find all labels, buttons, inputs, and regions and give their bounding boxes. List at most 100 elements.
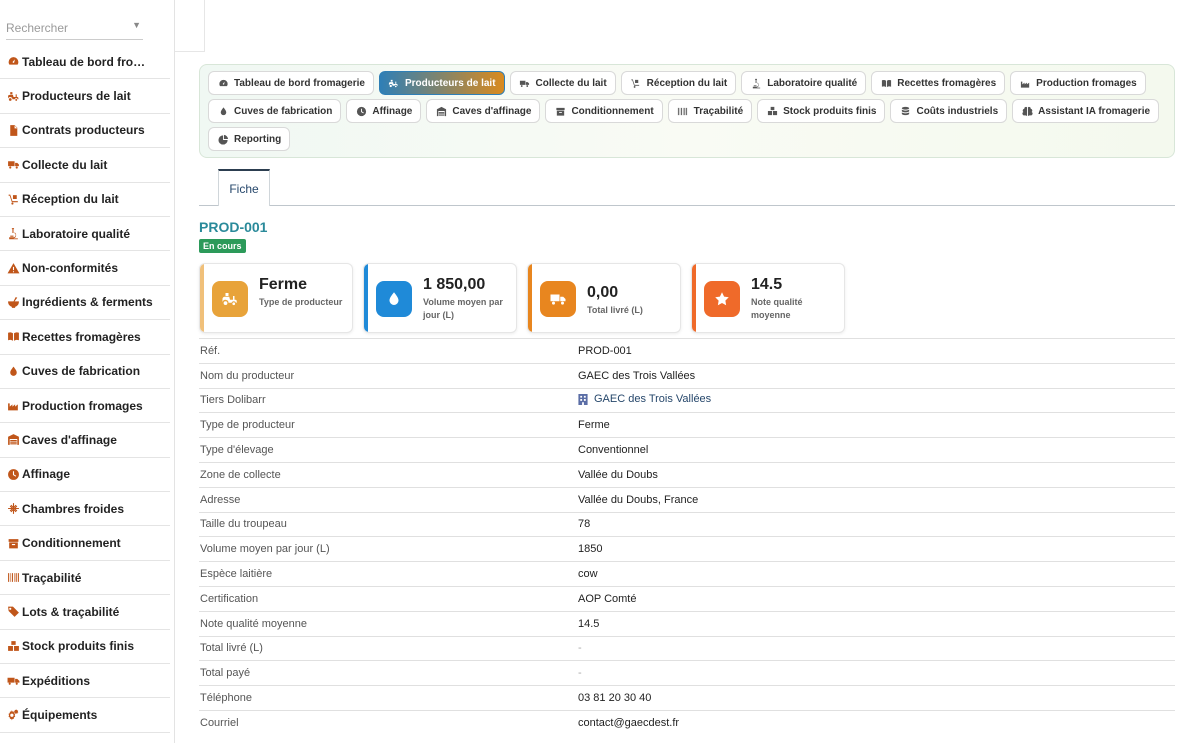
microscope-icon [750, 77, 762, 89]
field-label: Total livré (L) [199, 635, 578, 661]
tiers-link-text[interactable]: GAEC des Trois Vallées [594, 393, 711, 405]
status-badge: En cours [199, 239, 246, 253]
nav-pill-label: Affinage [372, 105, 413, 117]
nav-pill[interactable]: Assistant IA fromagerie [1012, 99, 1160, 123]
sidebar-item[interactable]: Conditionnement [0, 526, 170, 561]
search-input[interactable] [6, 18, 124, 38]
table-row: Courriel contact@gaecdest.fr [199, 709, 1175, 736]
tiers-link[interactable]: GAEC des Trois Vallées [578, 393, 711, 405]
tab-fiche[interactable]: Fiche [218, 169, 270, 206]
nav-pill[interactable]: Reporting [208, 127, 291, 151]
card-value: 14.5 [751, 276, 783, 293]
sidebar-item[interactable]: Ingrédients & ferments [0, 286, 170, 321]
sidebar-item-label: Stock produits finis [22, 639, 135, 654]
sidebar-item[interactable]: Tableau de bord fro… [0, 45, 170, 80]
field-value: 03 81 20 30 40 [578, 685, 1175, 711]
sidebar-item-label: Contrats producteurs [22, 123, 145, 138]
card-value: 0,00 [587, 284, 619, 301]
nav-pill[interactable]: Recettes fromagères [871, 71, 1006, 95]
sidebar-item-label: Tableau de bord fro… [22, 54, 146, 69]
sidebar-item-label: Réception du lait [22, 192, 119, 207]
nav-pill[interactable]: Production fromages [1010, 71, 1146, 95]
nav-pill[interactable]: Laboratoire qualité [741, 71, 867, 95]
nav-pill[interactable]: Collecte du lait [509, 71, 616, 95]
nav-pill-label: Tableau de bord fromagerie [234, 77, 365, 89]
sidebar-item-label: Équipements [22, 708, 98, 723]
field-label: Nom du producteur [199, 362, 578, 389]
clock-icon [6, 467, 20, 481]
sidebar-item[interactable]: Recettes fromagères [0, 320, 170, 355]
nav-pill[interactable]: Cuves de fabrication [208, 99, 342, 123]
sidebar-item[interactable]: Producteurs de lait [0, 79, 170, 114]
card-value: 1 850,00 [423, 276, 486, 293]
search-box[interactable]: ▼ [6, 18, 143, 40]
field-label: Tiers Dolibarr [199, 387, 578, 413]
nav-pill[interactable]: Caves d'affinage [426, 99, 541, 123]
sidebar-item-label: Collecte du lait [22, 157, 108, 172]
table-row: Taille du troupeau 78 [199, 511, 1175, 537]
sidebar-item[interactable]: Lots & traçabilité [0, 595, 170, 630]
book-icon [880, 77, 892, 89]
card-label: Volume moyen par jour (L) [423, 297, 503, 320]
sidebar-item[interactable]: Contrats producteurs [0, 114, 170, 149]
sidebar-item[interactable]: Réception du lait [0, 183, 170, 217]
sidebar-item[interactable]: Équipements [0, 698, 170, 733]
field-label: Courriel [199, 709, 578, 736]
field-value: 78 [578, 511, 1175, 537]
boxes-icon [6, 639, 20, 653]
sidebar-item[interactable]: Collecte du lait [0, 148, 170, 183]
nav-pill[interactable]: Stock produits finis [757, 99, 886, 123]
field-label: Téléphone [199, 685, 578, 711]
card-volume: 1 850,00 Volume moyen par jour (L) [363, 263, 517, 333]
sidebar-item[interactable]: Production fromages [0, 389, 170, 424]
nav-pill[interactable]: Affinage [346, 99, 422, 123]
sidebar-item[interactable]: Non-conformités [0, 251, 170, 286]
field-value: AOP Comté [578, 585, 1175, 612]
card-accent [364, 264, 368, 332]
warehouse-icon [6, 433, 20, 447]
field-label: Réf. [199, 338, 578, 364]
sidebar-item[interactable]: Caves d'affinage [0, 423, 170, 458]
table-row: Zone de collecte Vallée du Doubs [199, 461, 1175, 488]
nav-pill[interactable]: Tableau de bord fromagerie [208, 71, 374, 95]
sidebar-item[interactable]: Chambres froides [0, 492, 170, 527]
field-label: Adresse [199, 486, 578, 513]
nav-pill-label: Stock produits finis [783, 105, 877, 117]
field-value: Vallée du Doubs [578, 461, 1175, 488]
sidebar-item[interactable]: Expéditions [0, 664, 170, 699]
nav-pill[interactable]: Conditionnement [545, 99, 663, 123]
card-producer-type: Ferme Type de producteur [199, 263, 353, 333]
table-row: Total payé - [199, 660, 1175, 686]
sidebar-item[interactable]: Affinage [0, 458, 170, 493]
table-row: Espèce laitière cow [199, 561, 1175, 587]
contract-icon [6, 123, 20, 137]
dolly-icon [630, 77, 642, 89]
nav-pill[interactable]: Réception du lait [620, 71, 737, 95]
sidebar-item-label: Caves d'affinage [22, 432, 117, 447]
nav-pill-label: Conditionnement [571, 105, 654, 117]
nav-row: Reporting [208, 127, 1166, 151]
table-row: Tiers Dolibarr GAEC des Trois Vallées [199, 387, 1175, 413]
sidebar-item[interactable]: Cuves de fabrication [0, 355, 170, 389]
nav-row: Tableau de bord fromagerie Producteurs de… [208, 71, 1166, 95]
nav-pill-label: Reporting [234, 133, 282, 145]
chevron-down-icon[interactable]: ▼ [132, 20, 141, 30]
card-quality: 14.5 Note qualité moyenne [691, 263, 845, 333]
sidebar-item[interactable]: Stock produits finis [0, 630, 170, 665]
nav-pill[interactable]: Traçabilité [667, 99, 753, 123]
field-value: GAEC des Trois Vallées [578, 387, 1175, 413]
factory-icon [1019, 77, 1031, 89]
sidebar-item[interactable]: Laboratoire qualité [0, 217, 170, 252]
boxes-icon [766, 105, 778, 117]
star-icon [704, 281, 740, 317]
nav-pill[interactable]: Producteurs de lait [378, 71, 505, 95]
tractor-icon [388, 77, 400, 89]
sidebar-item[interactable]: Traçabilité [0, 561, 170, 596]
coins-icon [899, 105, 911, 117]
field-value: cow [578, 561, 1175, 587]
nav-pill[interactable]: Coûts industriels [890, 99, 1008, 123]
barcode-icon [677, 105, 689, 117]
nav-pill-label: Cuves de fabrication [234, 105, 333, 117]
field-value: Ferme [578, 412, 1175, 438]
barcode-icon [6, 571, 20, 585]
